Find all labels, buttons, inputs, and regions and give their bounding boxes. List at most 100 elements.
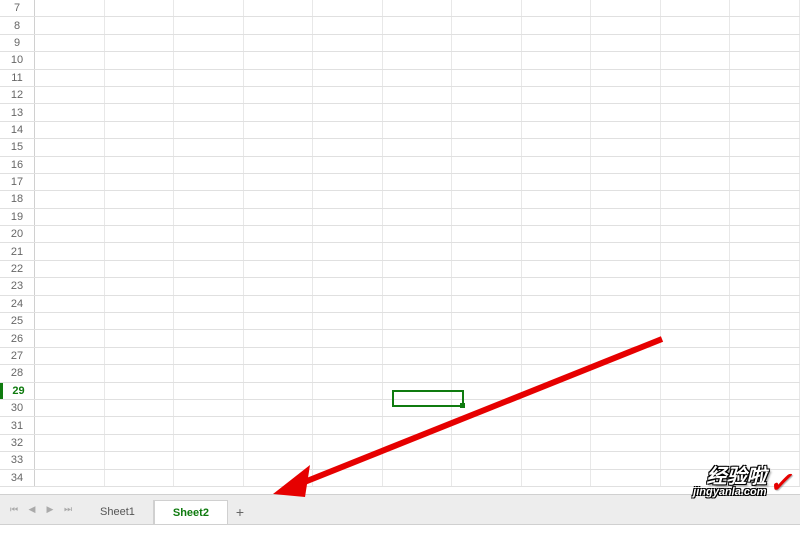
row-header[interactable]: 19	[0, 209, 35, 225]
grid-cell[interactable]	[174, 400, 244, 416]
grid-cell[interactable]	[730, 35, 800, 51]
grid-cell[interactable]	[383, 52, 453, 68]
grid-cell[interactable]	[105, 87, 175, 103]
grid-cell[interactable]	[661, 87, 731, 103]
grid-cell[interactable]	[105, 243, 175, 259]
grid-cell[interactable]	[452, 70, 522, 86]
grid-cell[interactable]	[661, 383, 731, 399]
grid-cell[interactable]	[244, 104, 314, 120]
grid-cell[interactable]	[730, 157, 800, 173]
grid-cell[interactable]	[174, 87, 244, 103]
row-header[interactable]: 16	[0, 157, 35, 173]
nav-first-button[interactable]: ⏮	[5, 501, 23, 519]
grid-cell[interactable]	[591, 0, 661, 16]
grid-cell[interactable]	[452, 435, 522, 451]
grid-cell[interactable]	[591, 157, 661, 173]
grid-cell[interactable]	[174, 157, 244, 173]
grid-cell[interactable]	[105, 383, 175, 399]
grid-cell[interactable]	[35, 400, 105, 416]
row-header[interactable]: 31	[0, 417, 35, 433]
grid-cell[interactable]	[383, 157, 453, 173]
grid-cell[interactable]	[383, 174, 453, 190]
grid-cell[interactable]	[105, 365, 175, 381]
grid-cell[interactable]	[35, 104, 105, 120]
row-header[interactable]: 20	[0, 226, 35, 242]
grid-cell[interactable]	[661, 365, 731, 381]
grid-cell[interactable]	[522, 417, 592, 433]
row-header[interactable]: 34	[0, 470, 35, 486]
grid-cell[interactable]	[244, 139, 314, 155]
grid-cell[interactable]	[244, 52, 314, 68]
grid-cell[interactable]	[661, 400, 731, 416]
grid-cell[interactable]	[35, 209, 105, 225]
grid-cell[interactable]	[105, 174, 175, 190]
grid-cell[interactable]	[730, 417, 800, 433]
grid-cell[interactable]	[244, 35, 314, 51]
grid-cell[interactable]	[244, 470, 314, 486]
grid-cell[interactable]	[383, 191, 453, 207]
grid-cell[interactable]	[591, 348, 661, 364]
grid-cell[interactable]	[383, 330, 453, 346]
grid-cell[interactable]	[174, 104, 244, 120]
grid-cell[interactable]	[452, 261, 522, 277]
grid-cell[interactable]	[313, 122, 383, 138]
row-header[interactable]: 14	[0, 122, 35, 138]
grid-cell[interactable]	[730, 261, 800, 277]
grid-cell[interactable]	[35, 417, 105, 433]
grid-cell[interactable]	[661, 122, 731, 138]
grid-cell[interactable]	[383, 296, 453, 312]
grid-cell[interactable]	[522, 278, 592, 294]
grid-cell[interactable]	[174, 52, 244, 68]
grid-cell[interactable]	[452, 191, 522, 207]
grid-cell[interactable]	[105, 330, 175, 346]
row-header[interactable]: 28	[0, 365, 35, 381]
grid-cell[interactable]	[591, 400, 661, 416]
grid-cell[interactable]	[244, 452, 314, 468]
grid-cell[interactable]	[313, 17, 383, 33]
grid-cell[interactable]	[383, 348, 453, 364]
grid-cell[interactable]	[105, 452, 175, 468]
grid-cell[interactable]	[244, 191, 314, 207]
grid-cell[interactable]	[313, 313, 383, 329]
grid-cell[interactable]	[383, 0, 453, 16]
grid-cell[interactable]	[661, 191, 731, 207]
grid-cell[interactable]	[313, 70, 383, 86]
grid-cell[interactable]	[35, 243, 105, 259]
row-header[interactable]: 17	[0, 174, 35, 190]
grid-cell[interactable]	[522, 365, 592, 381]
nav-prev-button[interactable]: ◀	[23, 501, 41, 519]
grid-cell[interactable]	[522, 348, 592, 364]
grid-cell[interactable]	[313, 139, 383, 155]
grid-cell[interactable]	[105, 261, 175, 277]
row-header[interactable]: 13	[0, 104, 35, 120]
grid-cell[interactable]	[174, 209, 244, 225]
row-header[interactable]: 29	[0, 383, 35, 399]
grid-cell[interactable]	[313, 157, 383, 173]
row-header[interactable]: 12	[0, 87, 35, 103]
grid-cell[interactable]	[661, 157, 731, 173]
grid-cell[interactable]	[35, 17, 105, 33]
grid-cell[interactable]	[591, 17, 661, 33]
tab-sheet1[interactable]: Sheet1	[82, 500, 154, 524]
grid-cell[interactable]	[174, 383, 244, 399]
row-header[interactable]: 9	[0, 35, 35, 51]
grid-cell[interactable]	[244, 0, 314, 16]
grid-cell[interactable]	[174, 226, 244, 242]
grid-cell[interactable]	[313, 191, 383, 207]
grid-cell[interactable]	[174, 330, 244, 346]
grid-cell[interactable]	[661, 330, 731, 346]
grid-cell[interactable]	[383, 104, 453, 120]
grid-cell[interactable]	[313, 52, 383, 68]
grid-cell[interactable]	[730, 17, 800, 33]
grid-cell[interactable]	[35, 122, 105, 138]
row-header[interactable]: 8	[0, 17, 35, 33]
grid-cell[interactable]	[522, 383, 592, 399]
grid-cell[interactable]	[174, 174, 244, 190]
grid-cell[interactable]	[174, 139, 244, 155]
grid-cell[interactable]	[313, 87, 383, 103]
grid-cell[interactable]	[730, 0, 800, 16]
grid-cell[interactable]	[661, 348, 731, 364]
grid-cell[interactable]	[661, 104, 731, 120]
grid-cell[interactable]	[522, 17, 592, 33]
grid-cell[interactable]	[105, 157, 175, 173]
